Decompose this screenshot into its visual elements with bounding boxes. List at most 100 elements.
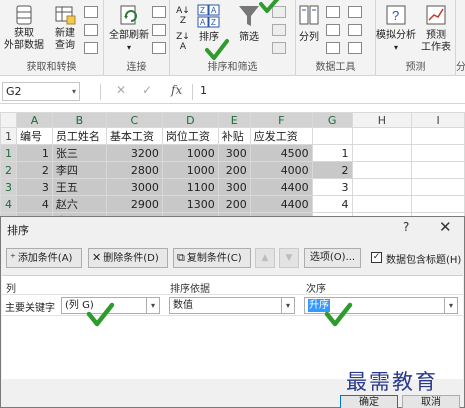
table-cell[interactable]: 基本工资 bbox=[105, 127, 163, 145]
forecast-sheet-button[interactable]: 预测 工作表 bbox=[418, 4, 454, 54]
help-icon[interactable]: ? bbox=[403, 220, 409, 234]
table-cell[interactable]: 1 bbox=[15, 144, 53, 162]
show-queries-icon[interactable] bbox=[84, 6, 98, 18]
manage-data-model-icon[interactable] bbox=[348, 42, 362, 54]
chevron-down-icon[interactable]: ▾ bbox=[281, 298, 294, 313]
row-header[interactable]: 4 bbox=[0, 195, 17, 213]
data-validation-icon[interactable] bbox=[326, 42, 340, 54]
table-cell[interactable]: 4000 bbox=[249, 161, 313, 179]
edit-links-icon[interactable] bbox=[152, 42, 166, 54]
table-cell[interactable]: 3000 bbox=[105, 178, 163, 196]
table-cell[interactable] bbox=[411, 127, 465, 145]
table-cell[interactable] bbox=[411, 178, 465, 196]
column-header[interactable]: E bbox=[217, 112, 251, 128]
active-cell[interactable]: 1 bbox=[311, 144, 353, 162]
table-cell[interactable]: 4500 bbox=[249, 144, 313, 162]
table-cell[interactable] bbox=[411, 144, 465, 162]
table-cell[interactable] bbox=[351, 144, 413, 162]
consolidate-icon[interactable] bbox=[348, 6, 362, 18]
column-header[interactable]: D bbox=[161, 112, 219, 128]
column-header[interactable]: B bbox=[51, 112, 107, 128]
column-header[interactable]: H bbox=[351, 112, 413, 128]
advanced-filter-icon[interactable] bbox=[272, 42, 286, 54]
table-cell[interactable]: 4 bbox=[15, 195, 53, 213]
column-header[interactable]: F bbox=[249, 112, 313, 128]
close-icon[interactable]: ✕ bbox=[439, 218, 452, 236]
sort-ascending-button[interactable]: A↓ Z bbox=[174, 6, 192, 26]
options-button[interactable]: 选项(O)... bbox=[304, 248, 361, 268]
table-cell[interactable]: 200 bbox=[217, 161, 251, 179]
table-cell[interactable]: 3 bbox=[15, 178, 53, 196]
table-cell[interactable]: 2 bbox=[311, 161, 353, 179]
ok-button[interactable]: 确定 bbox=[340, 395, 398, 408]
table-cell[interactable]: 2 bbox=[15, 161, 53, 179]
column-header[interactable]: A bbox=[15, 112, 53, 128]
table-cell[interactable]: 员工姓名 bbox=[51, 127, 107, 145]
table-cell[interactable]: 4 bbox=[311, 195, 353, 213]
table-cell[interactable]: 赵六 bbox=[51, 195, 107, 213]
flash-fill-icon[interactable] bbox=[326, 6, 340, 18]
cancel-button[interactable]: 取消 bbox=[402, 395, 460, 408]
sort-descending-button[interactable]: Z↓ A bbox=[174, 32, 192, 52]
table-cell[interactable]: 编号 bbox=[15, 127, 53, 145]
table-cell[interactable] bbox=[411, 195, 465, 213]
worksheet-grid[interactable]: A B C D E F G H I 1 编号 员工姓名 基本工资 岗位工资 补贴… bbox=[0, 112, 465, 216]
table-cell[interactable] bbox=[351, 127, 413, 145]
header-checkbox[interactable]: ✓ bbox=[371, 252, 382, 263]
table-cell[interactable]: 李四 bbox=[51, 161, 107, 179]
table-cell[interactable]: 4400 bbox=[249, 195, 313, 213]
table-cell[interactable]: 1100 bbox=[161, 178, 219, 196]
from-table-icon[interactable] bbox=[84, 24, 98, 36]
table-cell[interactable]: 4400 bbox=[249, 178, 313, 196]
table-cell[interactable]: 补贴 bbox=[217, 127, 251, 145]
table-cell[interactable]: 200 bbox=[217, 195, 251, 213]
table-cell[interactable]: 2800 bbox=[105, 161, 163, 179]
delete-level-button[interactable]: ✕ 删除条件(D) bbox=[88, 248, 168, 268]
row-header[interactable]: 1 bbox=[0, 144, 17, 162]
move-up-button[interactable]: ▲ bbox=[255, 248, 275, 268]
refresh-all-button[interactable]: 全部刷新 ▾ bbox=[106, 4, 152, 54]
column-header[interactable]: I bbox=[411, 112, 465, 128]
copy-level-button[interactable]: ⧉ 复制条件(C) bbox=[173, 248, 251, 268]
table-cell[interactable]: 300 bbox=[217, 144, 251, 162]
table-cell[interactable]: 1000 bbox=[161, 161, 219, 179]
what-if-analysis-button[interactable]: ? 模拟分析 ▾ bbox=[376, 4, 416, 54]
table-cell[interactable]: 2900 bbox=[105, 195, 163, 213]
table-cell[interactable]: 1000 bbox=[161, 144, 219, 162]
add-level-button[interactable]: ⁺ 添加条件(A) bbox=[6, 248, 82, 268]
name-box[interactable]: G2 ▾ bbox=[2, 82, 80, 101]
text-to-columns-button[interactable]: 分列 bbox=[296, 4, 322, 44]
table-cell[interactable]: 王五 bbox=[51, 178, 107, 196]
column-header[interactable]: G bbox=[311, 112, 353, 128]
sort-on-select[interactable]: 数值 ▾ bbox=[169, 297, 295, 314]
properties-icon[interactable] bbox=[152, 24, 166, 36]
insert-function-icon[interactable]: fx bbox=[171, 83, 182, 97]
connections-icon[interactable] bbox=[152, 6, 166, 18]
chevron-down-icon[interactable]: ▾ bbox=[146, 298, 159, 313]
table-cell[interactable]: 3200 bbox=[105, 144, 163, 162]
reapply-filter-icon[interactable] bbox=[272, 24, 286, 36]
table-cell[interactable]: 应发工资 bbox=[249, 127, 313, 145]
table-cell[interactable]: 1300 bbox=[161, 195, 219, 213]
table-cell[interactable]: 张三 bbox=[51, 144, 107, 162]
select-all-corner[interactable] bbox=[0, 112, 17, 128]
move-down-button[interactable]: ▼ bbox=[279, 248, 299, 268]
column-header[interactable]: C bbox=[105, 112, 163, 128]
table-cell[interactable]: 岗位工资 bbox=[161, 127, 219, 145]
table-cell[interactable] bbox=[351, 178, 413, 196]
table-cell[interactable] bbox=[351, 195, 413, 213]
table-cell[interactable]: 3 bbox=[311, 178, 353, 196]
chevron-down-icon[interactable]: ▾ bbox=[72, 83, 76, 100]
recent-sources-icon[interactable] bbox=[84, 42, 98, 54]
row-header[interactable]: 2 bbox=[0, 161, 17, 179]
relationships-icon[interactable] bbox=[348, 24, 362, 36]
row-header[interactable]: 1 bbox=[0, 127, 17, 145]
table-cell[interactable] bbox=[411, 161, 465, 179]
formula-input[interactable]: 1 bbox=[200, 84, 207, 97]
cancel-icon[interactable]: ✕ bbox=[116, 83, 126, 97]
get-external-data-button[interactable]: 获取 外部数据 bbox=[2, 4, 46, 52]
new-query-button[interactable]: 新建 查询 bbox=[50, 4, 80, 52]
row-header[interactable]: 3 bbox=[0, 178, 17, 196]
chevron-down-icon[interactable]: ▾ bbox=[444, 298, 457, 313]
enter-icon[interactable]: ✓ bbox=[142, 83, 152, 97]
